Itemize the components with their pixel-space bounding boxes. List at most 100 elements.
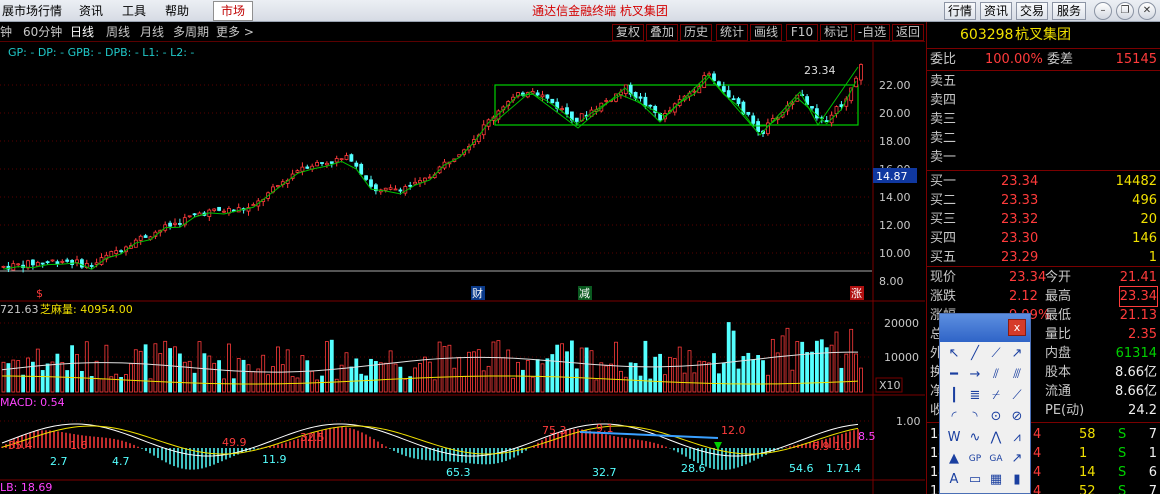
candle-body	[344, 155, 349, 160]
line-segment-icon[interactable]: ╱	[965, 344, 985, 364]
menu-market[interactable]: 展市场行情	[0, 3, 64, 19]
candle-body	[408, 184, 413, 187]
volume-bar	[530, 376, 535, 393]
history-button[interactable]: 历史	[680, 24, 712, 41]
triangle-icon[interactable]: ▲	[944, 449, 964, 469]
period-minute[interactable]: 钟	[0, 25, 12, 39]
event-marker[interactable]: 减	[579, 287, 590, 300]
sell-row[interactable]: 卖三	[927, 110, 1160, 129]
period-daily[interactable]: 日线	[70, 25, 94, 39]
period-more[interactable]: 更多 >	[216, 25, 254, 39]
kline-chart[interactable]: GP: - DP: - GPB: - DPB: - L1: - L2: - 23…	[0, 42, 925, 494]
watchlist-button[interactable]: -自选	[854, 24, 890, 41]
buy-label: 买二	[930, 193, 957, 208]
period-weekly[interactable]: 周线	[106, 25, 130, 39]
minimize-icon[interactable]: –	[1094, 2, 1112, 20]
volume-bar	[795, 341, 800, 393]
buy-row[interactable]: 买一 23.34 14482	[927, 172, 1160, 191]
tab-market[interactable]: 市场	[213, 1, 253, 21]
macd-label: 32.5	[300, 431, 325, 444]
drawline-button[interactable]: 画线	[750, 24, 782, 41]
period-60min[interactable]: 60分钟	[23, 25, 62, 39]
close-icon[interactable]: x	[1008, 319, 1026, 336]
candle-body	[75, 259, 79, 263]
volume-bar	[334, 378, 339, 393]
event-marker[interactable]: 涨	[851, 287, 862, 300]
gp-icon[interactable]: GP	[965, 449, 985, 469]
period-monthly[interactable]: 月线	[140, 25, 164, 39]
volume-bar	[177, 353, 182, 393]
fibonacci-icon[interactable]: ≣	[965, 386, 985, 406]
candle-body	[30, 259, 35, 266]
rect-icon[interactable]: ▭	[965, 470, 985, 490]
chart-svg[interactable]: GP: - DP: - GPB: - DPB: - L1: - L2: - 23…	[0, 42, 925, 494]
vertical-line-icon[interactable]: ┃	[944, 386, 964, 406]
event-marker[interactable]: 财	[472, 286, 483, 300]
tick-side: S	[1118, 446, 1127, 461]
volume-bar	[226, 343, 231, 393]
zigzag-icon[interactable]: ⋀	[986, 428, 1006, 448]
buy-row[interactable]: 买三 23.32 20	[927, 210, 1160, 229]
buy-row[interactable]: 买四 23.30 146	[927, 229, 1160, 248]
parallel-line-icon[interactable]: ⫽	[986, 365, 1006, 385]
candle-body	[560, 108, 564, 110]
volume-bar	[124, 374, 128, 393]
mark-button[interactable]: 标记	[820, 24, 852, 41]
lb-legend: LB: 18.69	[0, 481, 52, 494]
trade-button[interactable]: 交易	[1016, 2, 1048, 20]
sell-row[interactable]: 卖五	[927, 72, 1160, 91]
adjust-button[interactable]: 复权	[612, 24, 644, 41]
indicator-legend: GP: - DP: - GPB: - DPB: - L1: - L2: -	[8, 46, 194, 59]
buy-label: 买五	[930, 250, 957, 265]
ray-icon[interactable]: ↗	[1007, 344, 1027, 364]
quote-button[interactable]: 行情	[944, 2, 976, 20]
volume-bar	[545, 358, 550, 393]
circle-icon[interactable]: ⊙	[986, 407, 1006, 427]
drawing-tools-header[interactable]: x	[940, 314, 1030, 342]
service-button[interactable]: 服务	[1052, 2, 1086, 20]
ga-icon[interactable]: GA	[986, 449, 1006, 469]
cursor-icon[interactable]: ↖	[944, 344, 964, 364]
event-marker[interactable]: $	[36, 287, 43, 300]
volume-bar	[614, 341, 618, 393]
news-button[interactable]: 资讯	[980, 2, 1012, 20]
buy-label: 买四	[930, 231, 957, 246]
rising-line-icon[interactable]: ↗	[1007, 449, 1027, 469]
menu-tools[interactable]: 工具	[120, 3, 148, 19]
buy-row[interactable]: 买二 23.33 496	[927, 191, 1160, 210]
volume-bar	[310, 370, 315, 393]
candle-body	[726, 90, 731, 98]
period-multi[interactable]: 多周期	[173, 25, 209, 39]
straight-line-icon[interactable]: ⟋	[986, 344, 1006, 364]
speed-line-icon[interactable]: ⟋	[1007, 386, 1027, 406]
volume-bar	[403, 378, 408, 393]
menu-help[interactable]: 帮助	[163, 3, 191, 19]
sell-row[interactable]: 卖二	[927, 129, 1160, 148]
restore-icon[interactable]: ❐	[1116, 2, 1134, 20]
cycle-arc-icon[interactable]: ◝	[965, 407, 985, 427]
menu-news[interactable]: 资讯	[77, 3, 105, 19]
stats-button[interactable]: 统计	[716, 24, 748, 41]
f10-button[interactable]: F10	[786, 24, 818, 41]
hatch-icon[interactable]: ▦	[986, 470, 1006, 490]
sell-row[interactable]: 卖四	[927, 91, 1160, 110]
buy-row[interactable]: 买五 23.29 1	[927, 248, 1160, 267]
gann-fan-icon[interactable]: ⌿	[986, 386, 1006, 406]
overlay-button[interactable]: 叠加	[646, 24, 678, 41]
back-button[interactable]: 返回	[892, 24, 924, 41]
stat-label: 内盘	[1045, 346, 1072, 361]
w-pattern-icon[interactable]: W	[944, 428, 964, 448]
wave-icon[interactable]: ∿	[965, 428, 985, 448]
drawing-tools-panel[interactable]: x ↖ ╱ ⟋ ↗ ━ → ⫽ ⫻ ┃ ≣ ⌿ ⟋ ◜ ◝ ⊙ ⊘ W ∿ ⋀ ⩘ ▲ GP GA ↗ A ▭ ▦ ▮	[939, 313, 1031, 494]
bar-icon[interactable]: ▮	[1007, 470, 1027, 490]
text-icon[interactable]: A	[944, 470, 964, 490]
no-entry-icon[interactable]: ⊘	[1007, 407, 1027, 427]
horizontal-line-icon[interactable]: ━	[944, 365, 964, 385]
polyline-icon[interactable]: ⩘	[1007, 428, 1027, 448]
close-icon[interactable]: ✕	[1138, 2, 1156, 20]
arc-icon[interactable]: ◜	[944, 407, 964, 427]
tick-price: 4	[1033, 446, 1042, 461]
sell-row[interactable]: 卖一	[927, 148, 1160, 167]
price-channel-icon[interactable]: ⫻	[1007, 365, 1027, 385]
arrow-line-icon[interactable]: →	[965, 365, 985, 385]
